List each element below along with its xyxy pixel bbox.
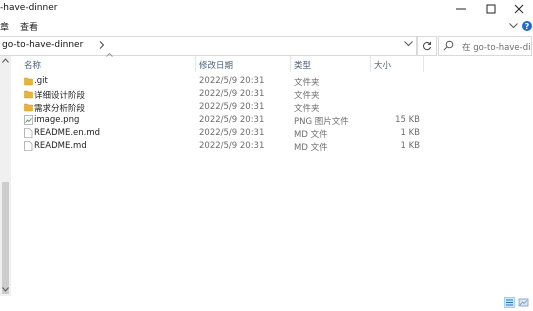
address-bar[interactable]: go-to-have-dinner [0, 36, 417, 56]
column-date[interactable]: 修改日期 [199, 59, 233, 71]
details-view-button[interactable] [504, 297, 515, 308]
file-type: 文件夹 [294, 78, 320, 88]
column-divider[interactable] [370, 56, 371, 72]
file-row[interactable]: README.md 2022/5/9 20:31 MD 文件 1 KB [11, 140, 431, 153]
file-size: 1 KB [400, 128, 420, 138]
search-box[interactable]: 在 go-to-have-di... [438, 36, 532, 56]
file-date: 2022/5/9 20:31 [199, 76, 265, 86]
file-name: .git [34, 76, 48, 86]
address-dropdown-icon[interactable] [404, 41, 413, 47]
search-icon [443, 40, 454, 51]
close-icon [514, 4, 524, 14]
title-bar: -have-dinner [0, 0, 533, 18]
help-button[interactable]: ? [521, 18, 532, 34]
file-type: MD 文件 [294, 130, 328, 140]
window-title: -have-dinner [0, 3, 58, 13]
refresh-icon [423, 41, 432, 51]
file-name: 详细设计阶段 [34, 91, 86, 101]
chevron-right-icon[interactable] [99, 41, 105, 49]
file-type: 文件夹 [294, 104, 320, 114]
maximize-icon [486, 4, 496, 14]
breadcrumb-current[interactable]: go-to-have-dinner [2, 40, 83, 50]
file-size: 15 KB [395, 115, 420, 125]
file-name: README.md [34, 141, 87, 151]
expand-ribbon-button[interactable] [508, 18, 518, 34]
column-header: 名称 修改日期 类型 大小 [11, 53, 431, 72]
thumbnail-view-button[interactable] [518, 297, 529, 308]
file-date: 2022/5/9 20:31 [199, 128, 265, 138]
folder-icon [24, 90, 33, 99]
minimize-button[interactable] [447, 0, 475, 18]
column-divider[interactable] [195, 56, 196, 72]
image-file-icon [24, 115, 33, 125]
file-name: README.en.md [34, 128, 101, 138]
file-name: image.png [34, 115, 80, 125]
column-size[interactable]: 大小 [374, 59, 391, 71]
close-button[interactable] [505, 0, 533, 18]
folder-icon [24, 103, 33, 112]
column-name[interactable]: 名称 [24, 59, 41, 71]
column-divider[interactable] [290, 56, 291, 72]
file-row[interactable]: 需求分析阶段 2022/5/9 20:31 文件夹 [11, 101, 431, 114]
scroll-down-icon[interactable] [2, 287, 9, 292]
file-date: 2022/5/9 20:31 [199, 89, 265, 99]
file-row[interactable]: image.png 2022/5/9 20:31 PNG 图片文件 15 KB [11, 114, 431, 127]
column-type[interactable]: 类型 [294, 59, 311, 71]
file-type: MD 文件 [294, 143, 328, 153]
file-row[interactable]: 详细设计阶段 2022/5/9 20:31 文件夹 [11, 88, 431, 101]
address-row: go-to-have-dinner 在 go-to-have-di... [0, 34, 533, 56]
ribbon-tab-share[interactable]: 章 [0, 20, 9, 33]
file-row[interactable]: .git 2022/5/9 20:31 文件夹 [11, 75, 431, 88]
ribbon-bar: 章 查看 ? [0, 18, 533, 34]
ribbon-tab-view[interactable]: 查看 [20, 20, 38, 33]
file-type: PNG 图片文件 [294, 117, 349, 127]
file-date: 2022/5/9 20:31 [199, 141, 265, 151]
help-icon: ? [521, 21, 532, 31]
document-icon [24, 141, 33, 151]
svg-text:?: ? [524, 22, 529, 31]
scrollbar-thumb[interactable] [2, 182, 9, 294]
refresh-button[interactable] [417, 36, 437, 56]
chevron-down-icon [508, 23, 518, 29]
document-icon [24, 128, 33, 138]
thumbnail-view-icon [518, 298, 529, 307]
file-name: 需求分析阶段 [34, 104, 86, 114]
details-view-icon [506, 299, 513, 306]
file-date: 2022/5/9 20:31 [199, 115, 265, 125]
file-row[interactable]: README.en.md 2022/5/9 20:31 MD 文件 1 KB [11, 127, 431, 140]
navigation-pane-scrollbar[interactable] [0, 56, 11, 296]
search-input[interactable]: 在 go-to-have-di... [462, 41, 531, 53]
sort-ascending-icon [106, 53, 113, 57]
minimize-icon [456, 8, 466, 10]
file-size: 1 KB [400, 141, 420, 151]
file-type: 文件夹 [294, 91, 320, 101]
scroll-up-icon[interactable] [2, 58, 9, 63]
file-date: 2022/5/9 20:31 [199, 102, 265, 112]
folder-icon [24, 77, 33, 86]
column-divider[interactable] [423, 56, 424, 72]
maximize-button[interactable] [477, 0, 505, 18]
